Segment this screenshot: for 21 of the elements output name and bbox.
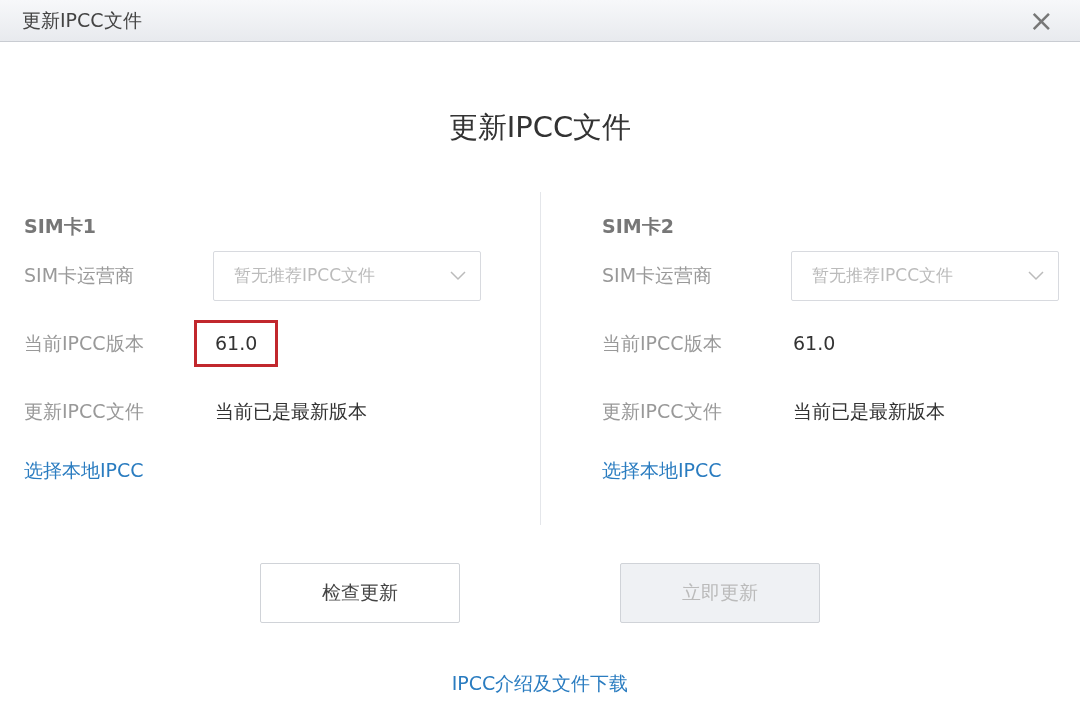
field-label: SIM卡运营商 [24,263,136,289]
field-label: 更新IPCC文件 [602,399,723,425]
check-update-button[interactable]: 检查更新 [260,562,460,623]
close-button[interactable]: × [1024,5,1058,36]
field-label: 当前IPCC版本 [24,331,145,357]
window-title: 更新IPCC文件 [22,8,142,34]
sim-title: SIM卡2 [602,214,674,237]
version-value: 61.0 [792,331,837,357]
update-status: 当前已是最新版本 [792,399,946,425]
chevron-down-icon [1028,270,1044,281]
download-link[interactable]: IPCC介绍及文件下载 [451,671,629,694]
update-status: 当前已是最新版本 [214,399,368,425]
local-file-link[interactable]: 选择本地IPCC [602,455,722,484]
sim-title: SIM卡1 [24,214,96,237]
field-label: 当前IPCC版本 [602,331,723,357]
chevron-down-icon [450,270,466,281]
local-file-link[interactable]: 选择本地IPCC [24,455,144,484]
dialog-heading: 更新IPCC文件 [448,110,632,144]
field-label: 更新IPCC文件 [24,399,145,425]
field-label: SIM卡运营商 [602,263,714,289]
version-value: 61.0 [194,320,279,367]
